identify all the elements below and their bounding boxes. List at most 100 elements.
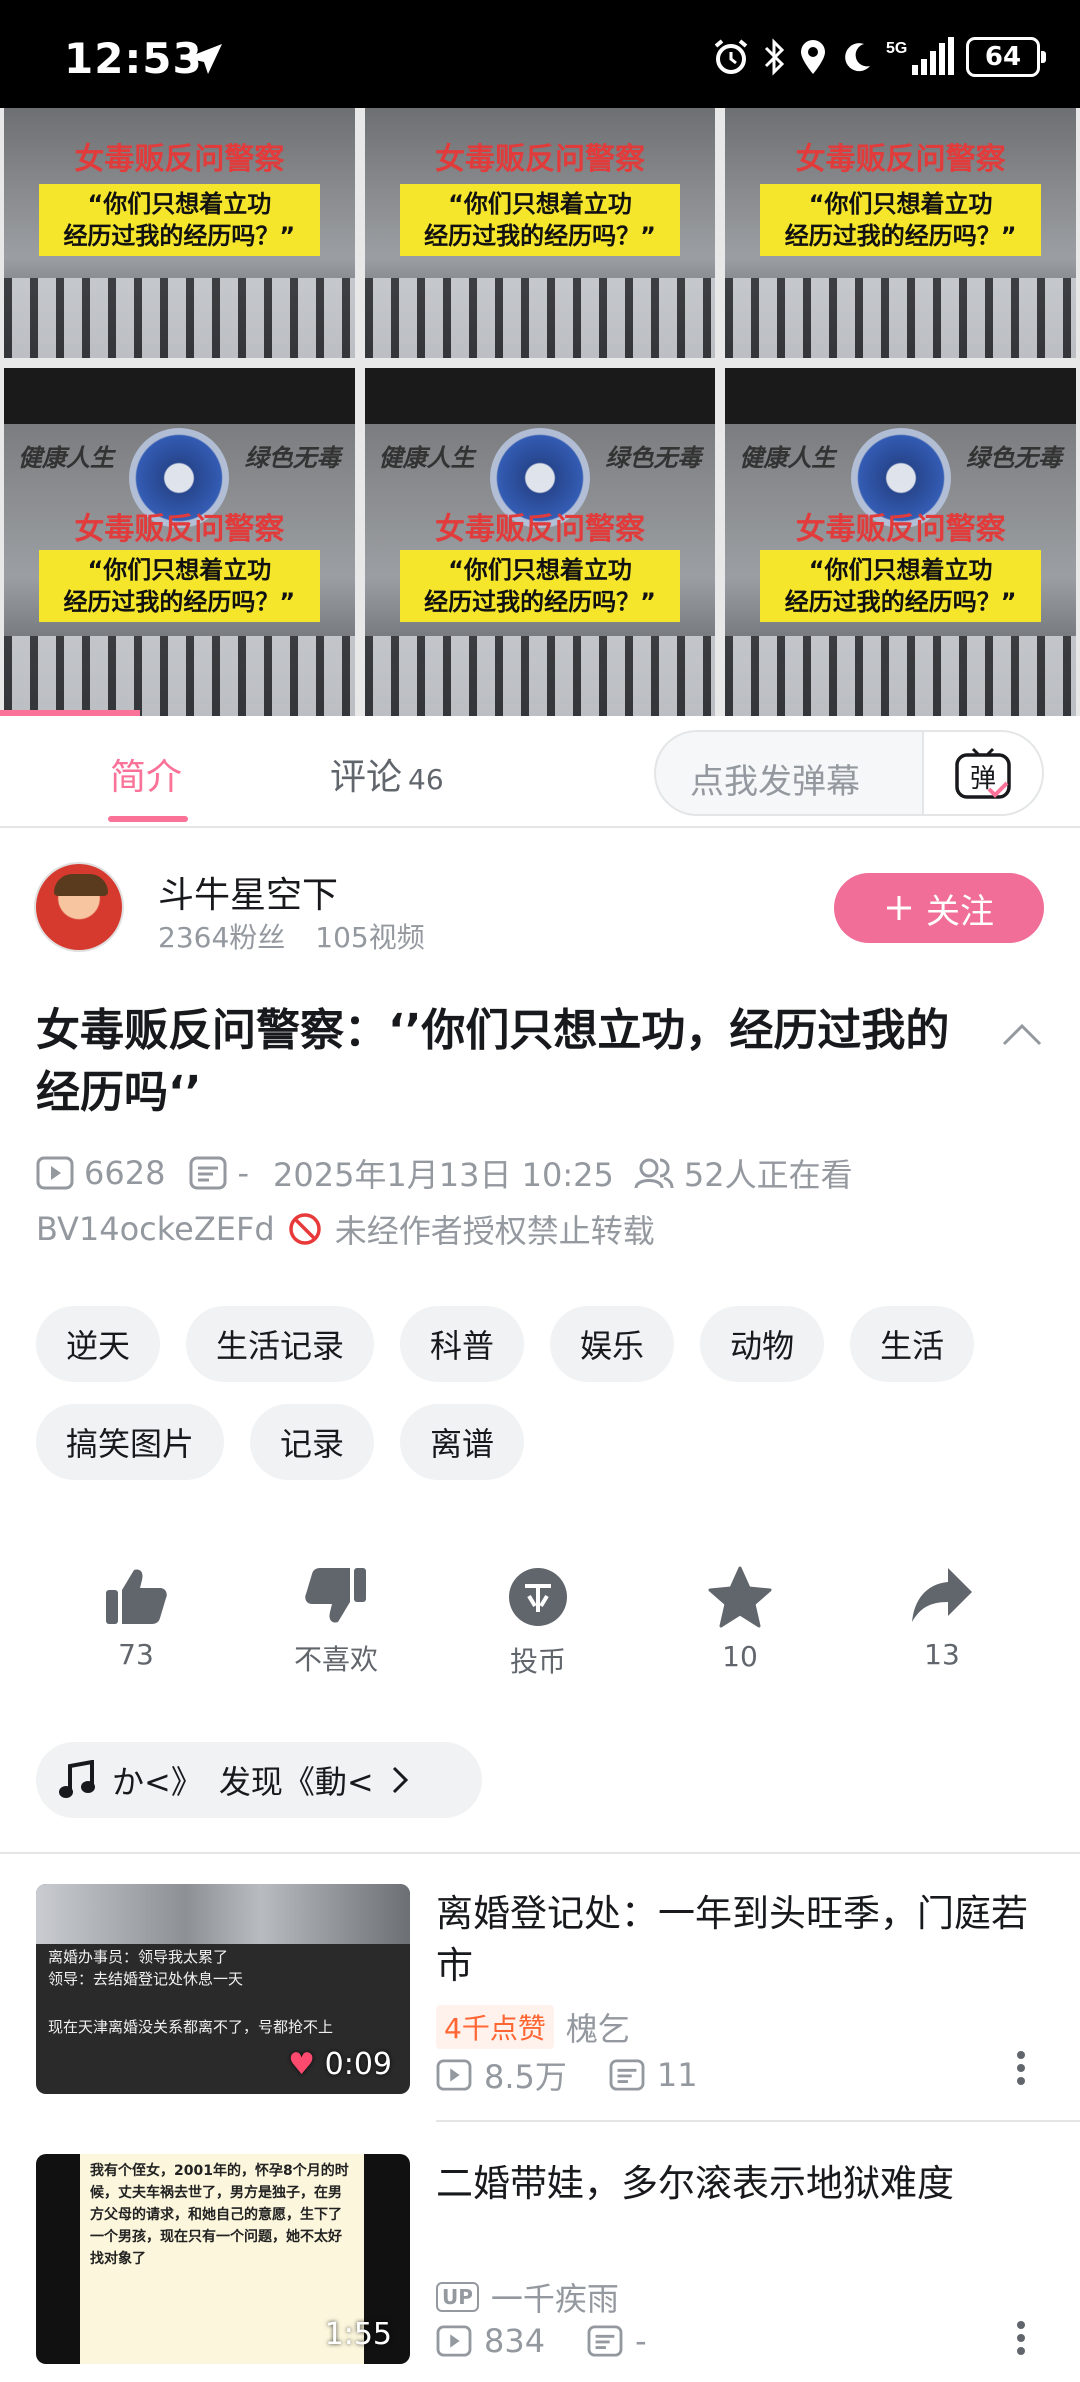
bvid[interactable]: BV14ockeZEFd: [36, 1210, 275, 1248]
video-frame-grid: 女毒贩反问警察 “你们只想着立功 经历过我的经历吗？” 女毒贩反问警察 “你们只想…: [0, 108, 1080, 716]
recommended-author: 槐乞: [565, 2010, 630, 2048]
frame-title: 女毒贩反问警察: [74, 512, 285, 547]
tag-item[interactable]: 记录: [250, 1404, 375, 1480]
uploader-section: 斗牛星空下 2364粉丝 105视频 关注: [0, 828, 1080, 978]
video-thumbnail[interactable]: 离婚办事员：领导我太累了 领导：去结婚登记处休息一天 现在天津离婚没关系都离不了…: [36, 1884, 410, 2094]
tab-comments[interactable]: 评论 46: [330, 748, 444, 800]
more-vertical-icon[interactable]: [1016, 2320, 1026, 2356]
publish-date: 2025年1月13日 10:25: [272, 1156, 614, 1194]
recommended-author: 一千疾雨: [490, 2280, 619, 2318]
tag-item[interactable]: 离谱: [400, 1404, 525, 1480]
tag-item[interactable]: 动物: [700, 1306, 825, 1382]
bluetooth-icon: [764, 38, 785, 76]
battery-level: 64: [984, 42, 1022, 72]
recommended-title[interactable]: 离婚登记处：一年到头旺季，门庭若市: [436, 1888, 1046, 1992]
location-pin-icon: [801, 40, 825, 74]
recommended-video[interactable]: 我有个侄女，2001年的，怀孕8个月的时候，丈夫车祸去世了，男方是独子，在男方父…: [0, 2124, 1080, 2364]
frame-bars: [725, 636, 1076, 716]
recommended-author-line: 4千点赞 槐乞: [436, 2004, 630, 2050]
recommended-stats: 834 -: [436, 2322, 647, 2360]
up-badge: UP: [436, 2282, 479, 2312]
frame-quote-line: 经历过我的经历吗？”: [424, 222, 656, 250]
video-frame: 健康人生 绿色无毒 女毒贩反问警察 “你们只想着立功 经历过我的经历吗？”: [364, 368, 716, 716]
frame-quote: “你们只想着立功 经历过我的经历吗？”: [399, 550, 681, 622]
uploader-name[interactable]: 斗牛星空下: [158, 866, 338, 918]
recommended-views: 8.5万: [484, 2058, 567, 2096]
chevron-up-icon[interactable]: [1000, 1018, 1044, 1048]
status-icons: 5G 64: [712, 34, 1046, 80]
avatar[interactable]: [34, 862, 124, 952]
tab-comments-count: 46: [408, 763, 444, 796]
thumb-chat-line: 领导：去结婚登记处休息一天: [48, 1970, 244, 1988]
frame-topbar: [364, 368, 716, 424]
tag-item[interactable]: 逆天: [36, 1306, 161, 1382]
video-thumbnail[interactable]: 我有个侄女，2001年的，怀孕8个月的时候，丈夫车祸去世了，男方是独子，在男方父…: [36, 2154, 410, 2364]
video-player[interactable]: 女毒贩反问警察 “你们只想着立功 经历过我的经历吗？” 女毒贩反问警察 “你们只想…: [0, 108, 1080, 716]
tag-item[interactable]: 生活: [850, 1306, 975, 1382]
action-bar: 73 不喜欢 投币 10 13: [0, 1566, 1080, 1696]
share-count: 13: [924, 1638, 960, 1671]
recommended-title[interactable]: 二婚带娃，多尔滚表示地狱难度: [436, 2158, 1046, 2210]
thumb-text: 我有个侄女，2001年的，怀孕8个月的时候，丈夫车祸去世了，男方是独子，在男方父…: [90, 2163, 349, 2267]
coin-label: 投币: [509, 1645, 566, 1678]
share-button[interactable]: 13: [872, 1566, 1012, 1671]
status-time: 12:53: [64, 34, 203, 83]
recommended-author-line: UP 一千疾雨: [436, 2274, 619, 2320]
frame-title: 女毒贩反问警察: [74, 142, 285, 177]
tab-bar: 简介 评论 46 点我发弹幕 弹: [0, 716, 1080, 828]
frame-bars: [4, 636, 355, 716]
like-button[interactable]: 73: [66, 1566, 206, 1671]
frame-quote: “你们只想着立功 经历过我的经历吗？”: [760, 550, 1041, 622]
video-frame: 女毒贩反问警察 “你们只想着立功 经历过我的经历吗？”: [4, 108, 355, 358]
frame-quote: “你们只想着立功 经历过我的经历吗？”: [39, 184, 320, 256]
music-chip[interactable]: か<》 发现《動<: [36, 1742, 482, 1818]
tag-item[interactable]: 搞笑图片: [36, 1404, 225, 1480]
recommended-views: 834: [484, 2322, 546, 2360]
frame-slogan: 健康人生: [378, 444, 475, 472]
play-count-icon: [436, 2325, 472, 2357]
favorite-button[interactable]: 10: [670, 1566, 810, 1673]
svg-text:5G: 5G: [886, 40, 907, 57]
plus-icon: [887, 896, 911, 920]
frame-quote-line: 经历过我的经历吗？”: [63, 588, 296, 616]
coin-button[interactable]: 投币: [468, 1566, 608, 1680]
danmaku-toggle-button[interactable]: 弹: [922, 732, 1042, 814]
dislike-label: 不喜欢: [293, 1643, 378, 1676]
thumb-chat-line: 现在天津离婚没关系都离不了，号都抢不上: [48, 2018, 334, 2036]
video-frame: 健康人生 绿色无毒 女毒贩反问警察 “你们只想着立功 经历过我的经历吗？”: [4, 368, 355, 716]
frame-quote-line: “你们只想着立功: [448, 556, 632, 584]
view-count: 6628: [84, 1154, 166, 1192]
frame-title: 女毒贩反问警察: [795, 142, 1006, 177]
duration-text: 0:09: [324, 2047, 392, 2082]
danmaku-count-icon: [587, 2325, 623, 2357]
danmaku-input[interactable]: 点我发弹幕 弹: [654, 730, 1044, 816]
video-ids: BV14ockeZEFd 未经作者授权禁止转载: [36, 1206, 655, 1252]
dislike-button[interactable]: 不喜欢: [266, 1566, 406, 1678]
frame-quote-line: “你们只想着立功: [87, 190, 272, 218]
status-bar: 12:53 5G 64: [0, 0, 1080, 108]
list-divider: [436, 2120, 1080, 2122]
tag-item[interactable]: 生活记录: [186, 1306, 375, 1382]
frame-bars: [725, 278, 1076, 358]
video-frame: 女毒贩反问警察 “你们只想着立功 经历过我的经历吗？”: [725, 108, 1076, 358]
frame-title: 女毒贩反问警察: [434, 142, 645, 177]
frame-topbar: [725, 368, 1076, 424]
more-vertical-icon[interactable]: [1016, 2050, 1026, 2086]
uploader-meta: 2364粉丝 105视频: [158, 916, 425, 956]
tag-item[interactable]: 娱乐: [550, 1306, 675, 1382]
recommended-video[interactable]: 离婚办事员：领导我太累了 领导：去结婚登记处休息一天 现在天津离婚没关系都离不了…: [0, 1854, 1080, 2096]
tab-intro[interactable]: 简介: [110, 748, 182, 800]
frame-slogan: 绿色无毒: [605, 444, 702, 472]
video-frame: 健康人生 绿色无毒 女毒贩反问警察 “你们只想着立功 经历过我的经历吗？”: [725, 368, 1076, 716]
follow-button[interactable]: 关注: [834, 873, 1044, 943]
tag-list: 逆天 生活记录 科普 娱乐 动物 生活 搞笑图片 记录 离谱: [36, 1306, 1046, 1480]
recommended-stats: 8.5万 11: [436, 2052, 698, 2098]
frame-title: 女毒贩反问警察: [434, 512, 645, 547]
star-icon: [708, 1566, 772, 1628]
uploader-fans: 2364粉丝: [158, 921, 286, 954]
danmaku-count-icon: [609, 2059, 645, 2091]
danmaku-placeholder: 点我发弹幕: [690, 762, 860, 802]
video-title: 女毒贩反问警察：‘’你们只想立功，经历过我的经历吗‘’: [36, 1005, 950, 1118]
frame-quote: “你们只想着立功 经历过我的经历吗？”: [760, 184, 1041, 256]
tag-item[interactable]: 科普: [400, 1306, 525, 1382]
